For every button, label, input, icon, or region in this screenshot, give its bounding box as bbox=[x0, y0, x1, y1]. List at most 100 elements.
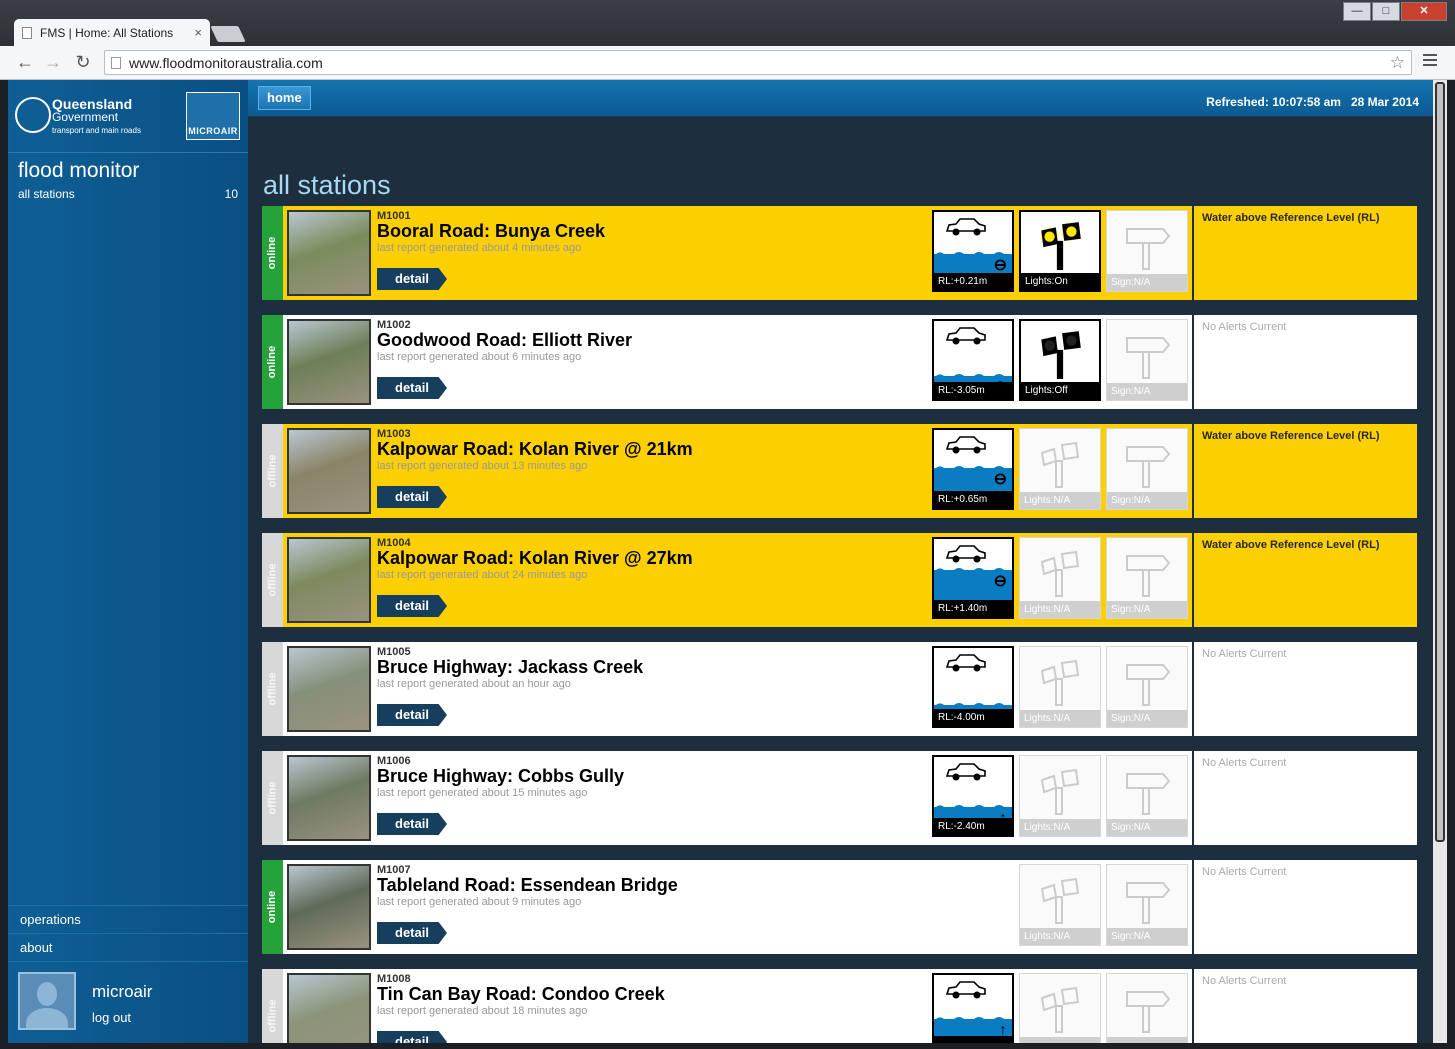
station-row: offline M1003 Kalpowar Road: Kolan River @… bbox=[262, 424, 1417, 518]
station-indicators: ⊖RL:-4.00m Lights:N/A Sign:N/A bbox=[932, 646, 1188, 728]
station-indicators: ⊖RL:-3.05m Lights:Off Sign:N/A bbox=[932, 319, 1188, 401]
station-card: M1008 Tin Can Bay Road: Condoo Creek last … bbox=[283, 969, 1192, 1043]
org-line-3: transport and main roads bbox=[52, 126, 141, 135]
scrollbar-thumb[interactable] bbox=[1435, 82, 1445, 842]
detail-button[interactable]: detail bbox=[377, 377, 447, 399]
sign-status: Sign:N/A bbox=[1107, 492, 1187, 509]
station-status: offline bbox=[266, 563, 279, 597]
sign-status: Sign:N/A bbox=[1107, 928, 1187, 945]
station-photo[interactable] bbox=[287, 319, 371, 405]
station-photo[interactable] bbox=[287, 537, 371, 623]
alert-panel: No Alerts Current bbox=[1192, 315, 1417, 409]
station-row: offline M1008 Tin Can Bay Road: Condoo Cre… bbox=[262, 969, 1417, 1043]
detail-button[interactable]: detail bbox=[377, 595, 447, 617]
sidebar-link-operations[interactable]: operations bbox=[8, 905, 248, 933]
station-row: offline M1004 Kalpowar Road: Kolan River @… bbox=[262, 533, 1417, 627]
warning-lights-indicator: Lights:On bbox=[1019, 210, 1101, 292]
lights-status: Lights:N/A bbox=[1020, 492, 1100, 509]
bookmark-star-icon[interactable]: ☆ bbox=[1390, 53, 1405, 73]
warning-lights-indicator: Lights:N/A bbox=[1019, 864, 1101, 946]
detail-button[interactable]: detail bbox=[377, 922, 447, 944]
station-status-badge: online bbox=[262, 860, 283, 954]
station-status-badge: online bbox=[262, 315, 283, 409]
page-icon bbox=[22, 26, 32, 39]
rl-value bbox=[934, 1036, 1012, 1043]
sign-indicator: Sign:N/A bbox=[1106, 428, 1188, 510]
alert-text: No Alerts Current bbox=[1202, 757, 1287, 769]
station-status: online bbox=[266, 345, 279, 379]
url-text[interactable]: www.floodmonitoraustralia.com bbox=[129, 55, 1390, 71]
warning-lights-indicator: Lights:N/A bbox=[1019, 428, 1101, 510]
sidebar-link-about[interactable]: about bbox=[8, 933, 248, 961]
avatar bbox=[18, 972, 76, 1030]
alert-panel: No Alerts Current bbox=[1192, 642, 1417, 736]
station-photo[interactable] bbox=[287, 428, 371, 514]
station-status: offline bbox=[266, 999, 279, 1033]
qld-government-emblem-icon bbox=[15, 97, 51, 133]
back-arrow-icon[interactable]: ← bbox=[14, 51, 36, 73]
sign-indicator: Sign:N/A bbox=[1106, 755, 1188, 837]
detail-button[interactable]: detail bbox=[377, 813, 447, 835]
station-indicators: Lights:N/A Sign:N/A bbox=[932, 864, 1188, 946]
rl-value: RL:+1.40m bbox=[934, 600, 1012, 617]
sign-status: Sign:N/A bbox=[1107, 601, 1187, 618]
station-status-badge: online bbox=[262, 206, 283, 300]
station-photo[interactable] bbox=[287, 646, 371, 732]
sign-indicator: Sign:N/A bbox=[1106, 646, 1188, 728]
reference-level-indicator: ↑RL:-2.40m bbox=[932, 755, 1014, 837]
close-window-button[interactable]: ✕ bbox=[1401, 2, 1447, 21]
browser-menu-icon[interactable] bbox=[1423, 54, 1437, 69]
alert-panel: Water above Reference Level (RL) bbox=[1192, 206, 1417, 300]
detail-button[interactable]: detail bbox=[377, 704, 447, 726]
detail-button[interactable]: detail bbox=[377, 1031, 447, 1043]
sign-indicator: Sign:N/A bbox=[1106, 319, 1188, 401]
rl-value: RL:-3.05m bbox=[934, 382, 1012, 399]
sidebar: Queensland Government transport and main… bbox=[8, 80, 248, 1043]
maximize-button[interactable]: □ bbox=[1372, 2, 1400, 21]
browser-tab[interactable]: FMS | Home: All Stations × bbox=[14, 19, 210, 46]
station-row: online M1002 Goodwood Road: Elliott River l… bbox=[262, 315, 1417, 409]
refreshed-date: 28 Mar 2014 bbox=[1350, 95, 1419, 109]
sidebar-item-all-stations[interactable]: all stations 10 bbox=[8, 183, 248, 205]
home-button[interactable]: home bbox=[258, 86, 311, 110]
sign-status: Sign:N/A bbox=[1107, 710, 1187, 727]
reload-icon[interactable]: ↻ bbox=[72, 51, 94, 73]
alert-panel: No Alerts Current bbox=[1192, 751, 1417, 845]
alert-panel: Water above Reference Level (RL) bbox=[1192, 533, 1417, 627]
station-indicators: ⊖ RL:+1.40m Lights:N/A Sign:N/A bbox=[932, 537, 1188, 619]
page-title: all stations bbox=[263, 170, 391, 200]
station-indicators: ↑RL:-2.40m Lights:N/A Sign:N/A bbox=[932, 755, 1188, 837]
tab-close-icon[interactable]: × bbox=[194, 25, 202, 40]
logout-link[interactable]: log out bbox=[92, 1010, 152, 1025]
station-photo[interactable] bbox=[287, 755, 371, 841]
lights-status: Lights:On bbox=[1021, 273, 1099, 290]
reference-level-indicator: ⊖ RL:+0.65m bbox=[932, 428, 1014, 510]
steady-level-icon: ⊖ bbox=[993, 471, 1007, 488]
station-card: M1001 Booral Road: Bunya Creek last report… bbox=[283, 206, 1192, 300]
sign-status: Sign:N/A bbox=[1107, 274, 1187, 291]
lights-status: Lights:N/A bbox=[1020, 710, 1100, 727]
detail-button[interactable]: detail bbox=[377, 268, 447, 290]
station-photo[interactable] bbox=[287, 864, 371, 950]
station-status-badge: offline bbox=[262, 751, 283, 845]
tab-title: FMS | Home: All Stations bbox=[40, 25, 174, 40]
alert-panel: No Alerts Current bbox=[1192, 860, 1417, 954]
rl-value: RL:-4.00m bbox=[934, 709, 1012, 726]
warning-lights-indicator: Lights:N/A bbox=[1019, 755, 1101, 837]
station-row: offline M1006 Bruce Highway: Cobbs Gully la… bbox=[262, 751, 1417, 845]
warning-lights-indicator: Lights:N/A bbox=[1019, 537, 1101, 619]
alert-text: No Alerts Current bbox=[1202, 975, 1287, 987]
address-bar[interactable]: www.floodmonitoraustralia.com ☆ bbox=[104, 50, 1412, 75]
page-scrollbar[interactable] bbox=[1433, 80, 1447, 1043]
detail-button[interactable]: detail bbox=[377, 486, 447, 508]
station-photo[interactable] bbox=[287, 210, 371, 296]
forward-arrow-icon[interactable]: → bbox=[42, 51, 64, 73]
reference-level-indicator: ⊖RL:-4.00m bbox=[932, 646, 1014, 728]
reference-level-indicator: ⊖RL:-3.05m bbox=[932, 319, 1014, 401]
station-status: offline bbox=[266, 781, 279, 815]
reference-level-indicator: ⊖ RL:+1.40m bbox=[932, 537, 1014, 619]
station-photo[interactable] bbox=[287, 973, 371, 1043]
new-tab-button[interactable] bbox=[210, 26, 246, 42]
minimize-button[interactable]: — bbox=[1343, 2, 1371, 21]
warning-lights-indicator bbox=[1019, 973, 1101, 1043]
